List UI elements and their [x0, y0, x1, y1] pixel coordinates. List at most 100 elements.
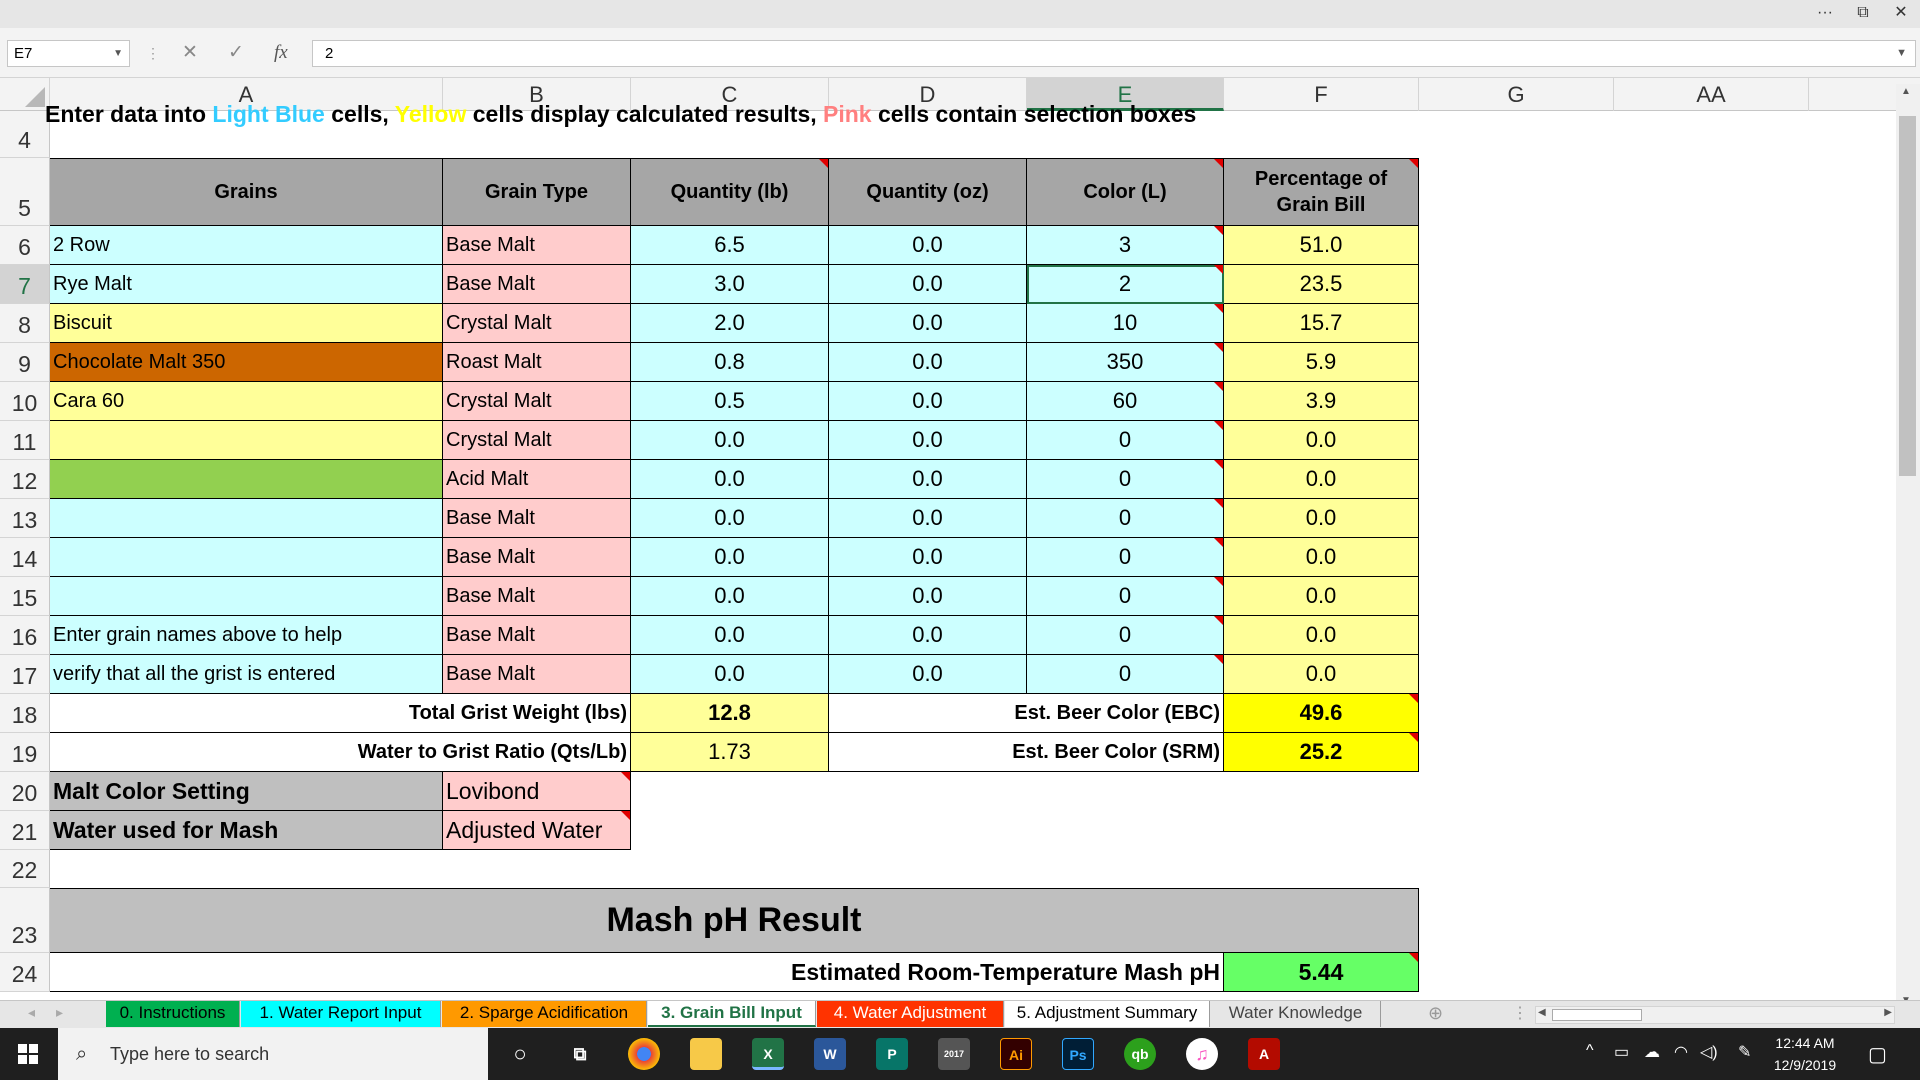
- select-all-corner[interactable]: [0, 78, 50, 111]
- task-view-icon[interactable]: ⧉: [564, 1038, 596, 1070]
- grain-qty-lb[interactable]: 0.0: [631, 655, 829, 694]
- formula-input[interactable]: 2 ▼: [312, 40, 1916, 67]
- grain-qty-lb[interactable]: 6.5: [631, 226, 829, 265]
- grain-percentage[interactable]: 3.9: [1224, 382, 1419, 421]
- more-options-icon[interactable]: ···: [1810, 2, 1840, 24]
- column-header-g[interactable]: G: [1419, 78, 1614, 111]
- grain-name[interactable]: 2 Row: [50, 226, 443, 265]
- grain-percentage[interactable]: 0.0: [1224, 577, 1419, 616]
- pen-icon[interactable]: ✎: [1738, 1042, 1751, 1062]
- grain-color[interactable]: 2: [1027, 265, 1224, 304]
- grain-percentage[interactable]: 0.0: [1224, 616, 1419, 655]
- tab-sparge-acidification[interactable]: 2. Sparge Acidification: [442, 1001, 647, 1027]
- row-header-24[interactable]: 24: [0, 953, 50, 992]
- grain-name[interactable]: Rye Malt: [50, 265, 443, 304]
- row-header-20[interactable]: 20: [0, 772, 50, 811]
- close-window-icon[interactable]: ✕: [1886, 2, 1916, 24]
- est-ebc-label[interactable]: Est. Beer Color (EBC): [829, 694, 1224, 733]
- grain-percentage[interactable]: 23.5: [1224, 265, 1419, 304]
- onedrive-icon[interactable]: ☁: [1644, 1042, 1660, 1062]
- grain-type[interactable]: Base Malt: [443, 538, 631, 577]
- grain-qty-lb[interactable]: 0.0: [631, 616, 829, 655]
- grain-type[interactable]: Base Malt: [443, 577, 631, 616]
- show-hidden-icons-icon[interactable]: ^: [1586, 1042, 1594, 1060]
- grain-color[interactable]: 10: [1027, 304, 1224, 343]
- column-header-f[interactable]: F: [1224, 78, 1419, 111]
- grain-percentage[interactable]: 0.0: [1224, 655, 1419, 694]
- more-vertical-icon[interactable]: ⋮: [146, 41, 160, 65]
- grain-percentage[interactable]: 0.0: [1224, 499, 1419, 538]
- grain-qty-lb[interactable]: 0.0: [631, 577, 829, 616]
- grain-name[interactable]: [50, 460, 443, 499]
- grain-type[interactable]: Base Malt: [443, 265, 631, 304]
- row-header-11[interactable]: 11: [0, 421, 50, 460]
- grain-qty-lb[interactable]: 0.0: [631, 538, 829, 577]
- battery-icon[interactable]: ▭: [1614, 1042, 1629, 1062]
- grain-color[interactable]: 0: [1027, 577, 1224, 616]
- notifications-icon[interactable]: ▢: [1868, 1042, 1887, 1067]
- grain-type[interactable]: Crystal Malt: [443, 304, 631, 343]
- grain-color[interactable]: 0: [1027, 655, 1224, 694]
- grain-color[interactable]: 0: [1027, 421, 1224, 460]
- grain-qty-lb[interactable]: 3.0: [631, 265, 829, 304]
- grain-color[interactable]: 0: [1027, 616, 1224, 655]
- tab-water-report-input[interactable]: 1. Water Report Input: [241, 1001, 441, 1027]
- mash-ph-value[interactable]: 5.44: [1224, 953, 1419, 992]
- volume-icon[interactable]: ◁): [1700, 1042, 1718, 1062]
- water-grist-ratio-value[interactable]: 1.73: [631, 733, 829, 772]
- row-header-4[interactable]: 4: [0, 111, 50, 158]
- photoshop-icon[interactable]: Ps: [1062, 1038, 1094, 1070]
- grain-percentage[interactable]: 15.7: [1224, 304, 1419, 343]
- grain-name[interactable]: [50, 577, 443, 616]
- water-grist-ratio-label[interactable]: Water to Grist Ratio (Qts/Lb): [50, 733, 631, 772]
- grain-name[interactable]: [50, 421, 443, 460]
- tab-instructions[interactable]: 0. Instructions: [106, 1001, 240, 1027]
- grain-qty-oz[interactable]: 0.0: [829, 421, 1027, 460]
- malt-color-setting-label[interactable]: Malt Color Setting: [50, 772, 443, 811]
- header-percentage[interactable]: Percentage of Grain Bill: [1224, 158, 1419, 226]
- grain-qty-oz[interactable]: 0.0: [829, 343, 1027, 382]
- row-header-7[interactable]: 7: [0, 265, 50, 304]
- turbocad-icon[interactable]: 2017: [938, 1038, 970, 1070]
- horizontal-scrollbar[interactable]: ◀ ▶: [1535, 1006, 1895, 1024]
- grain-color[interactable]: 350: [1027, 343, 1224, 382]
- row-header-5[interactable]: 5: [0, 158, 50, 226]
- row-header-13[interactable]: 13: [0, 499, 50, 538]
- restore-window-icon[interactable]: ⧉: [1848, 2, 1878, 24]
- row-header-15[interactable]: 15: [0, 577, 50, 616]
- grain-qty-lb[interactable]: 0.0: [631, 421, 829, 460]
- grain-qty-oz[interactable]: 0.0: [829, 655, 1027, 694]
- grain-qty-oz[interactable]: 0.0: [829, 226, 1027, 265]
- cancel-icon[interactable]: ✕: [182, 41, 198, 65]
- tab-scroll-right-icon[interactable]: ▸: [56, 1004, 63, 1021]
- row-header-12[interactable]: 12: [0, 460, 50, 499]
- publisher-icon[interactable]: P: [876, 1038, 908, 1070]
- word-icon[interactable]: W: [814, 1038, 846, 1070]
- excel-icon[interactable]: X: [752, 1038, 784, 1070]
- grain-color[interactable]: 0: [1027, 460, 1224, 499]
- tab-adjustment-summary[interactable]: 5. Adjustment Summary: [1005, 1001, 1210, 1027]
- grain-percentage[interactable]: 51.0: [1224, 226, 1419, 265]
- grain-color[interactable]: 0: [1027, 538, 1224, 577]
- expand-formula-icon[interactable]: ▼: [1896, 41, 1907, 66]
- grain-name[interactable]: Biscuit: [50, 304, 443, 343]
- tab-water-knowledge[interactable]: Water Knowledge: [1211, 1001, 1381, 1027]
- name-box[interactable]: E7 ▼: [7, 40, 130, 67]
- grain-qty-lb[interactable]: 0.0: [631, 499, 829, 538]
- grain-qty-oz[interactable]: 0.0: [829, 616, 1027, 655]
- taskbar-search-box[interactable]: ⌕ Type here to search: [58, 1028, 488, 1080]
- vertical-scrollbar[interactable]: ▲ ▼: [1896, 84, 1920, 1008]
- tab-splitter-icon[interactable]: ⋮: [1512, 1003, 1528, 1023]
- itunes-icon[interactable]: ♫: [1186, 1038, 1218, 1070]
- mash-ph-label[interactable]: Estimated Room-Temperature Mash pH: [50, 953, 1224, 992]
- cortana-icon[interactable]: ○: [504, 1038, 536, 1070]
- grain-type[interactable]: Roast Malt: [443, 343, 631, 382]
- grain-percentage[interactable]: 0.0: [1224, 421, 1419, 460]
- illustrator-icon[interactable]: Ai: [1000, 1038, 1032, 1070]
- row-header-6[interactable]: 6: [0, 226, 50, 265]
- grain-qty-oz[interactable]: 0.0: [829, 304, 1027, 343]
- enter-check-icon[interactable]: ✓: [228, 41, 244, 65]
- insert-function-icon[interactable]: fx: [274, 41, 288, 65]
- water-used-select[interactable]: Adjusted Water: [443, 811, 631, 850]
- grain-percentage[interactable]: 0.0: [1224, 538, 1419, 577]
